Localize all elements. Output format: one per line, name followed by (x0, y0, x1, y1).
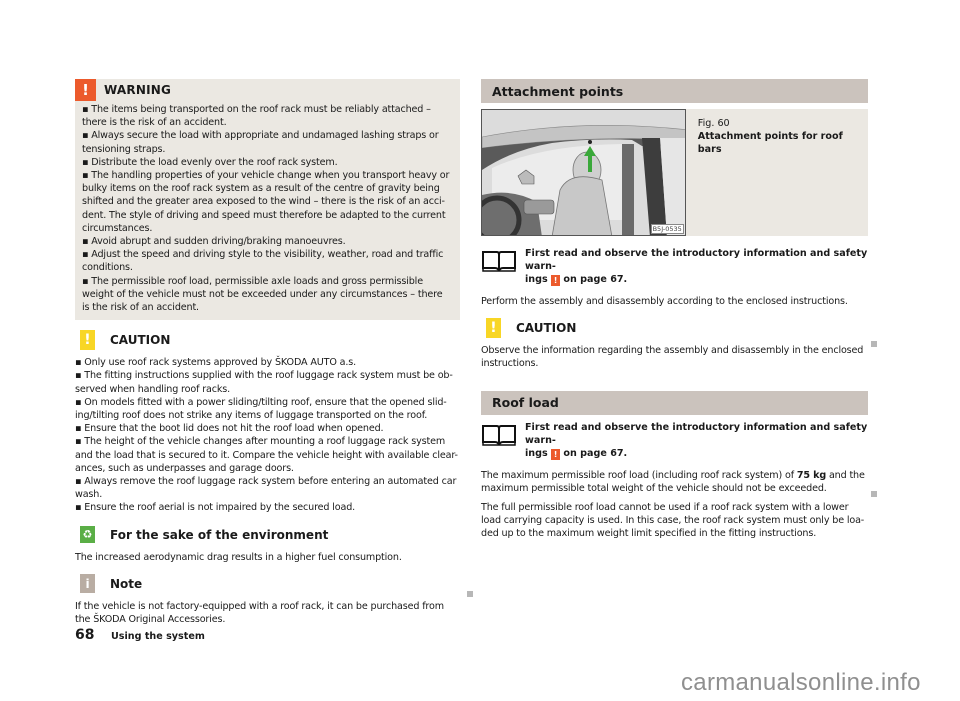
note-body: If the vehicle is not factory-equipped w… (75, 600, 460, 626)
warning-line: tensioning straps. (82, 143, 166, 155)
read-first-line: ings ! on page 67. (525, 447, 868, 460)
caution-line: ing/tilting roof does not strike any ite… (75, 410, 428, 422)
book-icon (482, 251, 516, 272)
read-first-line: ings ! on page 67. (525, 273, 868, 286)
caution-line: ▪ Always remove the roof luggage rack sy… (75, 476, 457, 488)
warning-line: ▪ The permissible roof load, permissible… (82, 275, 423, 287)
caution-line: ances, such as underpasses and garage do… (75, 462, 294, 474)
caution-line: served when handling roof racks. (75, 383, 231, 395)
caution-line: and the load that is secured to it. Comp… (75, 449, 458, 461)
section-end-marker (871, 491, 877, 497)
section-end-marker (467, 591, 473, 597)
figure-caption-title: Attachment points for roof bars (697, 131, 843, 155)
warning-line: weight of the vehicle must not be exceed… (82, 288, 443, 300)
warning-line: ▪ Avoid abrupt and sudden driving/brakin… (82, 236, 346, 248)
roof-load-text: and the (826, 469, 865, 481)
figure-caption: Fig. 60 Attachment points for roof bars (686, 109, 868, 236)
caution-header: ! CAUTION (75, 330, 460, 351)
note-line: If the vehicle is not factory-equipped w… (75, 600, 444, 612)
environment-line: The increased aerodynamic drag results i… (75, 551, 402, 563)
caution-line: ▪ On models fitted with a power sliding/… (75, 396, 447, 408)
read-first-ings: ings (525, 447, 548, 459)
section-heading-roof-load: Roof load (481, 390, 868, 415)
warning-line: shifted and the greater area exposed to … (82, 196, 445, 208)
caution-line: ▪ The fitting instructions supplied with… (75, 370, 453, 382)
read-first-notice: First read and observe the introductory … (481, 421, 868, 460)
attachment-caution-body: Observe the information regarding the as… (481, 344, 868, 370)
warning-line: ▪ Adjust the speed and driving style to … (82, 249, 444, 261)
attachment-caution-title: CAUTION (516, 321, 577, 336)
caution-body: ▪ Only use roof rack systems approved by… (75, 356, 460, 514)
note-title: Note (110, 576, 143, 591)
roof-load-line: The maximum permissible roof load (inclu… (481, 469, 868, 482)
read-first-line: First read and observe the introductory … (525, 421, 868, 446)
page-number: 68 (75, 627, 95, 643)
environment-recycle-icon: ♻ (80, 526, 95, 544)
caution-exclamation-icon: ! (486, 318, 501, 339)
attachment-caution-line: Observe the information regarding the as… (481, 345, 864, 357)
max-roof-load-value: 75 kg (796, 469, 827, 481)
read-first-line: First read and observe the introductory … (525, 248, 868, 272)
warning-line: ▪ The handling properties of your vehicl… (82, 170, 450, 182)
section-heading-attachment-points: Attachment points (481, 79, 868, 103)
read-first-text: First read and observe the introductory … (525, 421, 868, 460)
warning-line: conditions. (82, 262, 133, 274)
warning-title: WARNING (104, 83, 172, 97)
warning-line: ▪ The items being transported on the roo… (82, 104, 431, 115)
figure-60: B5J-0535 Fig. 60 Attachment points for r… (481, 109, 868, 236)
warning-link-icon[interactable]: ! (551, 275, 561, 286)
assembly-paragraph: Perform the assembly and disassembly acc… (481, 296, 848, 307)
book-icon (482, 424, 516, 446)
warning-line: bulky items on the roof rack system as a… (82, 183, 440, 195)
warning-line: dent. The style of driving and speed mus… (82, 209, 446, 221)
caution-line: wash. (75, 489, 103, 501)
right-column: Attachment points B5J-0535 Fig. 60 Attac… (481, 79, 868, 541)
roof-load-text: The maximum permissible roof load (inclu… (481, 469, 797, 481)
attachment-caution-line: instructions. (481, 358, 539, 370)
car-interior-illustration (481, 110, 685, 235)
caution-title: CAUTION (110, 333, 171, 348)
section-end-marker (871, 341, 877, 347)
caution-line: ▪ The height of the vehicle changes afte… (75, 436, 446, 448)
environment-body: The increased aerodynamic drag results i… (75, 551, 460, 564)
warning-line: circumstances. (82, 222, 153, 234)
environment-title: For the sake of the environment (110, 527, 329, 542)
attachment-caution-header: ! CAUTION (481, 318, 868, 339)
roof-load-paragraph-1: The maximum permissible roof load (inclu… (481, 469, 868, 495)
warning-line: there is the risk of an accident. (82, 117, 227, 129)
read-first-ings: ings (525, 274, 548, 285)
figure-code: B5J-0535 (650, 224, 684, 234)
roof-load-line: maximum permissible total weight of the … (481, 482, 827, 494)
warning-header: ! WARNING (75, 79, 460, 101)
figure-label: Fig. 60 (697, 118, 730, 129)
roof-load-line: The full permissible roof load cannot be… (481, 502, 849, 514)
warning-box: ! WARNING ▪ The items being transported … (75, 79, 460, 321)
page-reference-link[interactable]: on page 67. (563, 274, 627, 285)
warning-line: ▪ Always secure the load with appropriat… (82, 130, 439, 142)
warning-link-icon[interactable]: ! (551, 448, 561, 460)
roof-load-line: load carrying capacity is used. In this … (481, 515, 865, 527)
watermark: carmanualsonline.info (681, 669, 921, 696)
figure-image: B5J-0535 (481, 109, 686, 236)
roof-load-paragraph-2: The full permissible roof load cannot be… (481, 501, 868, 541)
read-first-text: First read and observe the introductory … (525, 247, 868, 286)
warning-line: is the risk of an accident. (82, 302, 199, 314)
note-header: i Note (75, 574, 460, 594)
page-reference-link[interactable]: on page 67. (563, 448, 627, 459)
running-footer-title: Using the system (111, 631, 205, 642)
warning-exclamation-icon: ! (75, 79, 96, 101)
warning-body: ▪ The items being transported on the roo… (75, 101, 460, 314)
roof-load-line: ded up to the maximum weight limit speci… (481, 528, 817, 540)
warning-line: ▪ Distribute the load evenly over the ro… (82, 156, 338, 168)
read-first-notice: First read and observe the introductory … (481, 247, 868, 286)
caution-exclamation-icon: ! (80, 330, 95, 351)
note-line: the ŠKODA Original Accessories. (75, 614, 226, 626)
left-column: ! WARNING ▪ The items being transported … (75, 79, 460, 626)
caution-line: ▪ Ensure the roof aerial is not impaired… (75, 502, 356, 514)
info-note-icon: i (80, 574, 95, 594)
environment-header: ♻ For the sake of the environment (75, 525, 460, 545)
caution-line: ▪ Only use roof rack systems approved by… (75, 357, 357, 369)
caution-line: ▪ Ensure that the boot lid does not hit … (75, 423, 384, 435)
